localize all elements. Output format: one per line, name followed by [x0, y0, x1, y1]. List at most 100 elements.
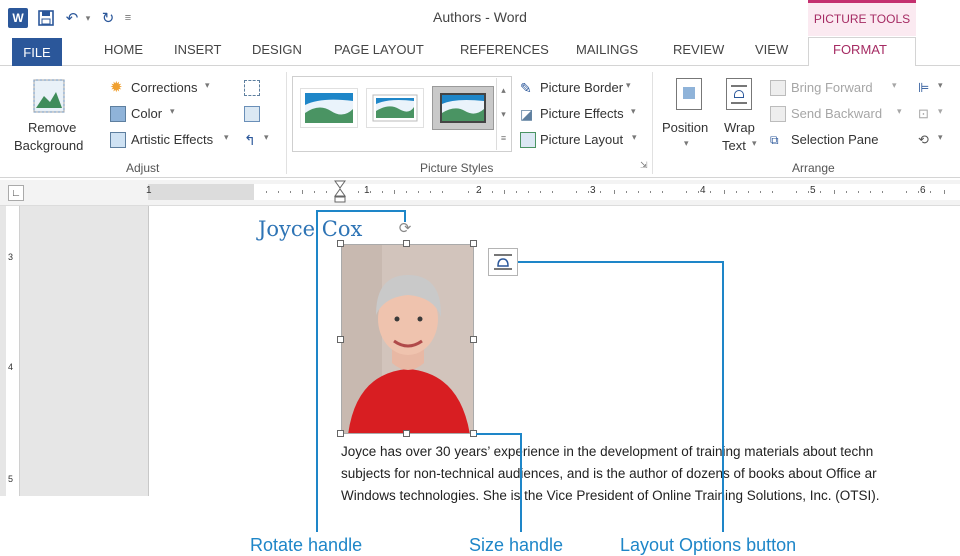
gallery-scroll[interactable]: ▴ ▾ ≡ [496, 78, 510, 150]
size-handle-bottom[interactable] [403, 430, 410, 437]
tab-view[interactable]: VIEW [755, 42, 788, 57]
rotate-handle-callout: Rotate handle [250, 535, 363, 555]
position-icon[interactable] [676, 78, 702, 110]
tab-insert[interactable]: INSERT [174, 42, 221, 57]
tab-format[interactable]: FORMAT [833, 42, 887, 57]
position-button[interactable]: Position [662, 120, 708, 135]
tab-home[interactable]: HOME [104, 42, 143, 57]
change-picture-icon[interactable] [244, 106, 260, 122]
group-dropdown-icon[interactable]: ▾ [938, 106, 943, 117]
picture-style-2[interactable] [366, 88, 424, 128]
tab-file[interactable]: FILE [12, 38, 62, 66]
group-label-arrange: Arrange [792, 161, 835, 175]
vertical-ruler[interactable] [6, 206, 20, 496]
send-backward-button[interactable]: Send Backward [791, 106, 882, 121]
picture-layout-button[interactable]: Picture Layout [540, 132, 623, 147]
vruler-number: 5 [8, 474, 14, 484]
group-separator [286, 72, 287, 174]
picture-layout-dropdown-icon[interactable]: ▾ [632, 132, 637, 143]
wrap-text-label-1[interactable]: Wrap [724, 120, 755, 135]
body-text-line[interactable]: Joyce has over 30 years’ experience in t… [341, 444, 873, 459]
send-backward-dropdown-icon[interactable]: ▾ [897, 106, 902, 117]
rotate-callout-line [316, 210, 318, 532]
send-backward-icon [770, 106, 786, 122]
selection-pane-button[interactable]: Selection Pane [791, 132, 878, 147]
tab-page-layout[interactable]: PAGE LAYOUT [334, 42, 424, 57]
document-heading[interactable]: Joyce Cox [258, 217, 362, 241]
reset-picture-icon[interactable]: ↰ [244, 132, 260, 148]
rotate-objects-icon[interactable]: ⟲ [918, 132, 934, 148]
size-callout-line [520, 433, 522, 532]
vruler-number: 3 [8, 252, 14, 262]
compress-pictures-icon[interactable] [244, 80, 260, 96]
author-photo[interactable] [341, 244, 474, 434]
rotate-dropdown-icon[interactable]: ▾ [938, 132, 943, 143]
picture-tools-label: PICTURE TOOLS [813, 12, 911, 26]
rotate-callout-line [404, 210, 406, 222]
group-separator [652, 72, 653, 174]
picture-effects-dropdown-icon[interactable]: ▾ [631, 106, 636, 117]
size-callout-line [476, 433, 522, 435]
picture-style-3-selected[interactable] [432, 86, 494, 130]
picture-effects-icon: ◪ [520, 106, 534, 122]
artistic-effects-dropdown-icon[interactable]: ▾ [224, 132, 229, 143]
size-handle-callout: Size handle [469, 535, 564, 555]
vruler-number: 4 [8, 362, 14, 372]
size-handle-top-left[interactable] [337, 240, 344, 247]
corrections-icon: ✹ [110, 79, 123, 96]
corrections-button[interactable]: Corrections [131, 80, 197, 95]
picture-border-dropdown-icon[interactable]: ▾ [626, 80, 631, 91]
selection-pane-icon: ⧉ [770, 133, 779, 147]
align-icon[interactable]: ⊫ [918, 80, 934, 96]
body-text-line[interactable]: Windows technologies. She is the Vice Pr… [341, 488, 880, 503]
bring-forward-icon [770, 80, 786, 96]
ruler-margin-left [148, 184, 254, 200]
picture-style-1[interactable] [300, 88, 358, 128]
group-label-picture-styles: Picture Styles [420, 161, 494, 175]
layout-options-callout: Layout Options button [620, 535, 797, 555]
tab-design[interactable]: DESIGN [252, 42, 302, 57]
remove-background-label-2[interactable]: Background [14, 138, 83, 153]
align-dropdown-icon[interactable]: ▾ [938, 80, 943, 91]
ruler-active-area[interactable] [148, 184, 960, 200]
body-text-line[interactable]: subjects for non-technical audiences, an… [341, 466, 877, 481]
ruler-number: 4 [700, 185, 706, 196]
remove-background-label-1[interactable]: Remove [28, 120, 76, 135]
size-handle-bottom-left[interactable] [337, 430, 344, 437]
picture-border-button[interactable]: Picture Border [540, 80, 623, 95]
ruler-number: 2 [476, 185, 482, 196]
color-dropdown-icon[interactable]: ▾ [170, 106, 175, 117]
color-button[interactable]: Color [131, 106, 162, 121]
artistic-effects-button[interactable]: Artistic Effects [131, 132, 213, 147]
size-handle-right[interactable] [470, 336, 477, 343]
ruler-number: 1 [364, 185, 370, 196]
tab-mailings[interactable]: MAILINGS [576, 42, 638, 57]
picture-styles-launcher-icon[interactable]: ⇲ [640, 160, 648, 171]
picture-effects-button[interactable]: Picture Effects [540, 106, 624, 121]
layout-callout-line [722, 261, 724, 532]
remove-background-icon[interactable] [32, 78, 66, 114]
wrap-text-icon[interactable] [726, 78, 752, 110]
corrections-dropdown-icon[interactable]: ▾ [205, 80, 210, 91]
group-objects-icon[interactable]: ⊡ [918, 106, 934, 122]
reset-picture-dropdown-icon[interactable]: ▾ [264, 132, 269, 143]
size-handle-top[interactable] [403, 240, 410, 247]
rotate-handle-icon[interactable]: ⟳ [397, 220, 413, 237]
wrap-text-label-2[interactable]: Text [722, 138, 746, 153]
tab-references[interactable]: REFERENCES [460, 42, 549, 57]
ruler-number: 5 [810, 185, 816, 196]
size-handle-left[interactable] [337, 336, 344, 343]
ruler-number: 1 [146, 185, 152, 196]
layout-options-button[interactable] [488, 248, 518, 276]
ruler-number: 6 [920, 185, 926, 196]
rotate-callout-line [316, 210, 406, 212]
indent-markers-icon[interactable] [334, 180, 346, 204]
position-dropdown-icon[interactable]: ▾ [684, 138, 689, 149]
bring-forward-dropdown-icon[interactable]: ▾ [892, 80, 897, 91]
color-icon [110, 106, 126, 122]
bring-forward-button[interactable]: Bring Forward [791, 80, 873, 95]
tab-selector-icon[interactable]: ∟ [8, 185, 24, 201]
tab-review[interactable]: REVIEW [673, 42, 724, 57]
size-handle-top-right[interactable] [470, 240, 477, 247]
wrap-text-dropdown-icon[interactable]: ▾ [752, 138, 757, 149]
